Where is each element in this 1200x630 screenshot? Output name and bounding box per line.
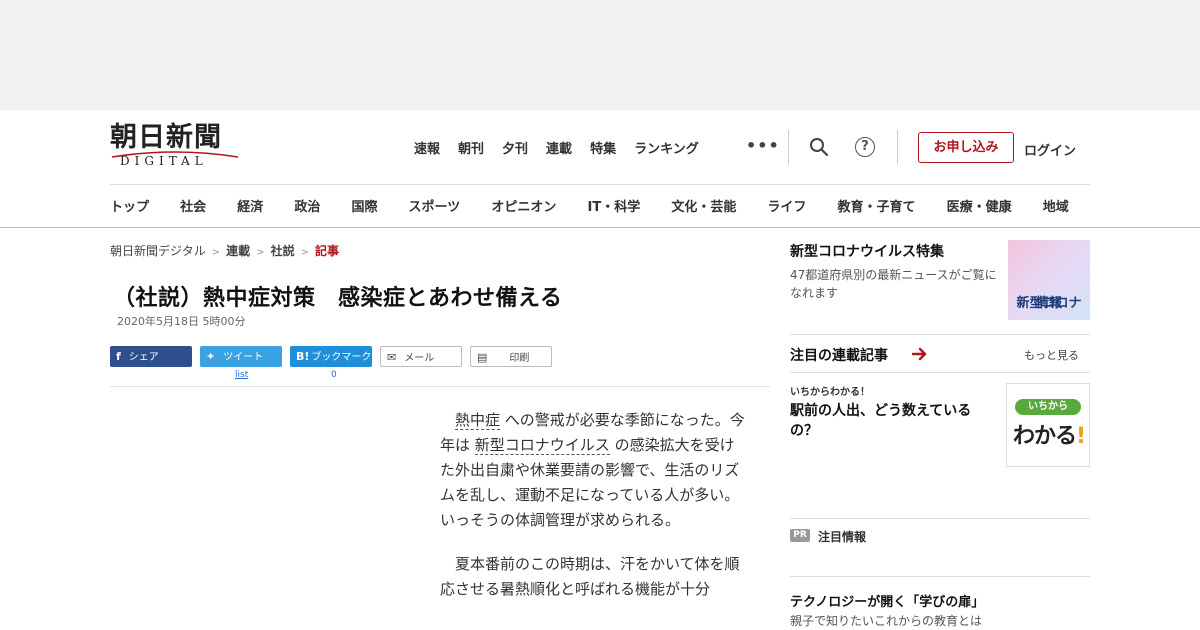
breadcrumb-home[interactable]: 朝日新聞デジタル [110, 244, 206, 258]
share-twitter-label: ツイート [223, 352, 264, 363]
pr-label: 注目情報 [818, 530, 867, 544]
cat-society[interactable]: 社会 [180, 200, 206, 215]
share-mail-label: メール [404, 353, 435, 364]
wakaru-thumb-excl: ! [1076, 424, 1086, 449]
article-body: 熱中症 への警戒が必要な季節になった。今年は 新型コロナウイルス の感染拡大を受… [440, 408, 745, 621]
category-divider-line [0, 227, 1200, 228]
wakaru-thumb-main-text: わかる [1013, 424, 1077, 449]
facebook-icon: f [116, 350, 121, 363]
more-menu-icon[interactable]: ••• [746, 138, 780, 154]
search-icon[interactable] [809, 137, 829, 157]
share-facebook-button[interactable]: f シェア [110, 346, 192, 367]
cat-health[interactable]: 医療・健康 [947, 200, 1012, 215]
serial-article-title[interactable]: 駅前の人出、どう数えているの？ [790, 401, 995, 441]
share-divider-line [110, 386, 770, 387]
sidebar-divider [790, 576, 1090, 577]
cat-international[interactable]: 国際 [351, 200, 377, 215]
cat-politics[interactable]: 政治 [294, 200, 320, 215]
breadcrumb-separator-icon: > [211, 247, 221, 258]
breadcrumb-separator-icon: > [256, 247, 265, 258]
header-divider [788, 130, 789, 164]
arrow-right-icon [912, 347, 927, 361]
corona-thumb-line2: 情報 [1035, 296, 1062, 311]
corona-feature-title[interactable]: 新型コロナウイルス特集 [790, 241, 944, 261]
cat-region[interactable]: 地域 [1043, 200, 1069, 215]
breadcrumb-serial[interactable]: 連載 [226, 244, 250, 258]
site-header: 朝日新聞 DIGITAL 速報 朝刊 夕刊 連載 特集 ランキング ••• ? … [0, 110, 1200, 184]
top-nav-evening[interactable]: 夕刊 [502, 138, 528, 157]
cat-life[interactable]: ライフ [767, 200, 806, 215]
cat-culture[interactable]: 文化・芸能 [671, 200, 736, 215]
sidebar-divider [790, 518, 1090, 519]
header-divider-line [110, 184, 1090, 185]
hatena-count: 0 [331, 370, 337, 380]
apply-button[interactable]: お申し込み [918, 132, 1014, 163]
share-twitter-button[interactable]: ✦ ツイート [200, 346, 282, 367]
wakaru-thumb-top: いちから [1015, 399, 1081, 415]
share-facebook-label: シェア [128, 352, 159, 363]
top-nav-serial[interactable]: 連載 [546, 138, 572, 157]
mail-icon: ✉ [387, 351, 397, 364]
serial-kicker: いちからわかる！ [790, 387, 870, 398]
featured-serial-heading[interactable]: 注目の連載記事 [790, 345, 888, 365]
share-hatena-label: ブックマーク [311, 352, 372, 363]
pr-article-sub: 親子で知りたいこれからの教育とは [790, 614, 983, 628]
sidebar-divider [790, 334, 1090, 335]
logo-arc-icon [111, 151, 239, 158]
login-link[interactable]: ログイン [1024, 140, 1076, 159]
twitter-count[interactable]: list [235, 370, 248, 380]
help-icon[interactable]: ? [855, 137, 875, 157]
category-nav: トップ 社会 経済 政治 国際 スポーツ オピニオン IT・科学 文化・芸能 ラ… [110, 196, 1200, 215]
twitter-bird-icon: ✦ [206, 350, 216, 363]
breadcrumb-separator-icon: > [300, 247, 309, 258]
serial-thumbnail[interactable]: いちから わかる! [1006, 383, 1090, 467]
share-mail-button[interactable]: ✉ メール [380, 346, 462, 367]
ad-area [0, 0, 1200, 110]
header-divider [897, 130, 898, 164]
article-paragraph: 熱中症 への警戒が必要な季節になった。今年は 新型コロナウイルス の感染拡大を受… [440, 408, 745, 533]
cat-economy[interactable]: 経済 [237, 200, 263, 215]
top-nav-feature[interactable]: 特集 [590, 138, 616, 157]
top-nav-ranking[interactable]: ランキング [634, 138, 699, 157]
breadcrumb-editorial[interactable]: 社説 [271, 244, 295, 258]
top-nav-breaking[interactable]: 速報 [414, 138, 440, 157]
keyword-link[interactable]: 熱中症 [455, 411, 501, 430]
share-hatena-button[interactable]: B! ブックマーク [290, 346, 372, 367]
corona-feature-thumbnail[interactable]: 新型コロナ 情報 [1008, 240, 1090, 320]
breadcrumb-current: 記事 [314, 244, 339, 258]
pr-article-title[interactable]: テクノロジーが開く「学びの扉」 [790, 591, 984, 610]
article-title: （社説）熱中症対策 感染症とあわせ備える [113, 286, 563, 311]
cat-sports[interactable]: スポーツ [409, 200, 461, 215]
article-date: 2020年5月18日 5時00分 [117, 315, 246, 328]
hatena-bookmark-icon: B! [296, 350, 310, 363]
wakaru-thumb-main: わかる! [1013, 418, 1086, 450]
top-nav: 速報 朝刊 夕刊 連載 特集 ランキング [414, 138, 717, 157]
print-button[interactable]: ▤ 印刷 [470, 346, 552, 367]
keyword-link[interactable]: 新型コロナウイルス [474, 436, 610, 455]
cat-education[interactable]: 教育・子育て [838, 200, 916, 215]
pr-badge: PR [790, 529, 810, 542]
print-label: 印刷 [509, 353, 530, 364]
breadcrumb: 朝日新聞デジタル > 連載 > 社説 > 記事 [110, 242, 339, 259]
site-logo[interactable]: 朝日新聞 DIGITAL [110, 122, 245, 170]
sidebar-divider [790, 372, 1090, 373]
cat-it-science[interactable]: IT・科学 [588, 200, 641, 215]
top-nav-morning[interactable]: 朝刊 [458, 138, 484, 157]
printer-icon: ▤ [477, 351, 488, 364]
article-paragraph: 夏本番前のこの時期は、汗をかいて体を順応させる暑熱順化と呼ばれる機能が十分 [440, 555, 740, 598]
corona-feature-desc: 47都道府県別の最新ニュースがご覧になれます [790, 268, 997, 300]
cat-top[interactable]: トップ [110, 200, 149, 215]
cat-opinion[interactable]: オピニオン [491, 200, 556, 215]
see-more-link[interactable]: もっと見る [1024, 347, 1079, 363]
